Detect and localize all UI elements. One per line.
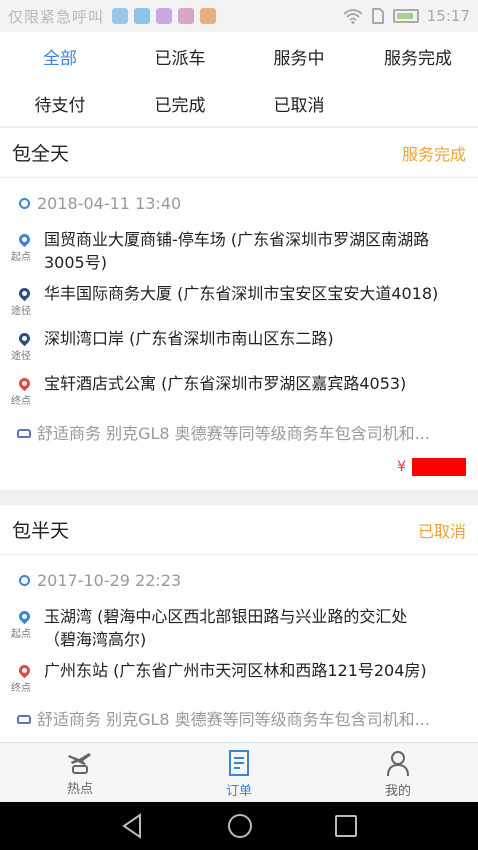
sim-icon <box>178 8 195 24</box>
start-pin-icon <box>12 607 36 626</box>
plane-car-icon <box>68 753 91 774</box>
stop-tag: 途径 <box>11 306 31 317</box>
tab-all[interactable]: 全部 <box>0 36 120 76</box>
vehicle-row: 舒适商务 别克GL8 奥德赛等同等级商务车包含司机和... <box>0 422 478 446</box>
nav-me[interactable]: 我的 <box>358 749 438 799</box>
nav-hot[interactable]: 热点 <box>40 749 120 797</box>
order-type: 包半天 <box>12 520 70 542</box>
document-icon <box>229 750 249 776</box>
order-filter-tabs: 全部 已派车 服务中 服务完成 待支付 已完成 已取消 <box>0 32 478 126</box>
route-stop: 终点 广州东站 (广东省广州市天河区林和西路121号204房) <box>0 659 478 695</box>
usb-icon <box>112 8 129 24</box>
tab-dispatched[interactable]: 已派车 <box>120 36 240 76</box>
stop-tag: 终点 <box>11 396 31 407</box>
order-type: 包全天 <box>12 143 70 165</box>
bottom-navigation: 热点 订单 我的 <box>0 742 478 802</box>
stop-address-line1: 华丰国际商务大厦 (广东省深圳市宝安区宝安大道4018) <box>44 284 439 303</box>
app-icon <box>200 8 217 24</box>
tab-in-service[interactable]: 服务中 <box>239 36 359 76</box>
via-pin-icon <box>12 284 36 303</box>
end-pin-icon <box>12 661 36 680</box>
stop-address-line2: 3005号) <box>44 253 107 272</box>
nav-me-label: 我的 <box>384 784 411 799</box>
order-datetime: 2017-10-29 22:23 <box>37 571 182 590</box>
car-icon <box>12 709 36 728</box>
keyboard-icon <box>156 8 173 24</box>
tab-completed[interactable]: 已完成 <box>120 83 240 123</box>
stop-tag: 终点 <box>11 683 31 694</box>
wifi-icon <box>343 9 363 24</box>
mail-icon <box>134 8 151 24</box>
stop-tag: 起点 <box>11 629 31 640</box>
back-icon[interactable] <box>120 812 144 840</box>
stop-address-line1: 广州东站 (广东省广州市天河区林和西路121号204房) <box>44 661 427 680</box>
order-card-header: 包全天 服务完成 <box>0 128 478 178</box>
order-card-header: 包半天 已取消 <box>0 505 478 555</box>
carrier-text: 仅限紧急呼叫 <box>8 7 105 26</box>
order-status: 已取消 <box>417 521 466 541</box>
tab-pending-payment[interactable]: 待支付 <box>0 83 120 123</box>
tab-service-complete[interactable]: 服务完成 <box>358 36 478 76</box>
tab-cancelled[interactable]: 已取消 <box>239 83 359 123</box>
stop-address-line1: 国贸商业大厦商铺-停车场 (广东省深圳市罗湖区南湖路 <box>44 230 430 249</box>
vehicle-description: 舒适商务 别克GL8 奥德赛等同等级商务车包含司机和... <box>37 424 430 443</box>
stop-address-line2: （碧海湾高尔) <box>44 630 147 649</box>
end-pin-icon <box>12 374 36 393</box>
clock-icon <box>12 194 36 213</box>
stop-tag: 起点 <box>11 252 31 263</box>
route-stop: 途径 深圳湾口岸 (广东省深圳市南山区东二路) <box>0 327 478 363</box>
clock-icon <box>12 571 36 590</box>
vehicle-description: 舒适商务 别克GL8 奥德赛等同等级商务车包含司机和... <box>37 710 430 729</box>
route-stop: 起点 国贸商业大厦商铺-停车场 (广东省深圳市罗湖区南湖路 3005号) <box>0 228 478 274</box>
system-navigation-bar <box>0 802 478 850</box>
order-datetime-row: 2017-10-29 22:23 <box>0 569 478 593</box>
route-stop: 途径 华丰国际商务大厦 (广东省深圳市宝安区宝安大道4018) <box>0 282 478 318</box>
status-bar: 仅限紧急呼叫 15:17 <box>0 0 478 32</box>
stop-address-line1: 深圳湾口岸 (广东省深圳市南山区东二路) <box>44 329 334 348</box>
route-stop: 终点 宝轩酒店式公寓 (广东省深圳市罗湖区嘉宾路4053) <box>0 372 478 408</box>
route-stop: 起点 玉湖湾 (碧海中心区西北部银田路与兴业路的交汇处 （碧海湾高尔) <box>0 605 478 651</box>
recent-apps-icon[interactable] <box>334 812 358 840</box>
stop-address-line1: 玉湖湾 (碧海中心区西北部银田路与兴业路的交汇处 <box>44 607 408 626</box>
sim-card-icon <box>371 8 384 24</box>
nav-hot-label: 热点 <box>66 782 93 797</box>
nav-orders[interactable]: 订单 <box>199 749 279 799</box>
order-card[interactable]: 包半天 已取消 2017-10-29 22:23 起点 玉湖湾 (碧海中心区西北… <box>0 505 478 742</box>
order-datetime: 2018-04-11 13:40 <box>37 194 182 213</box>
notification-icons <box>112 8 217 24</box>
via-pin-icon <box>12 329 36 348</box>
order-card[interactable]: 包全天 服务完成 2018-04-11 13:40 起点 国贸商业大厦商铺-停车… <box>0 128 478 490</box>
price-redacted-block <box>412 458 466 476</box>
clock-time: 15:17 <box>426 7 470 25</box>
user-icon <box>387 751 409 777</box>
home-icon[interactable] <box>226 812 254 840</box>
car-icon <box>12 423 36 442</box>
order-status: 服务完成 <box>401 144 466 164</box>
vehicle-row: 舒适商务 别克GL8 奥德赛等同等级商务车包含司机和... <box>0 708 478 732</box>
stop-address-line1: 宝轩酒店式公寓 (广东省深圳市罗湖区嘉宾路4053) <box>44 374 407 393</box>
battery-icon <box>392 9 419 23</box>
price-row: ¥ <box>397 458 466 476</box>
nav-orders-label: 订单 <box>225 784 252 799</box>
stop-tag: 途径 <box>11 351 31 362</box>
start-pin-icon <box>12 230 36 249</box>
currency-symbol: ¥ <box>397 459 406 475</box>
order-datetime-row: 2018-04-11 13:40 <box>0 192 478 216</box>
